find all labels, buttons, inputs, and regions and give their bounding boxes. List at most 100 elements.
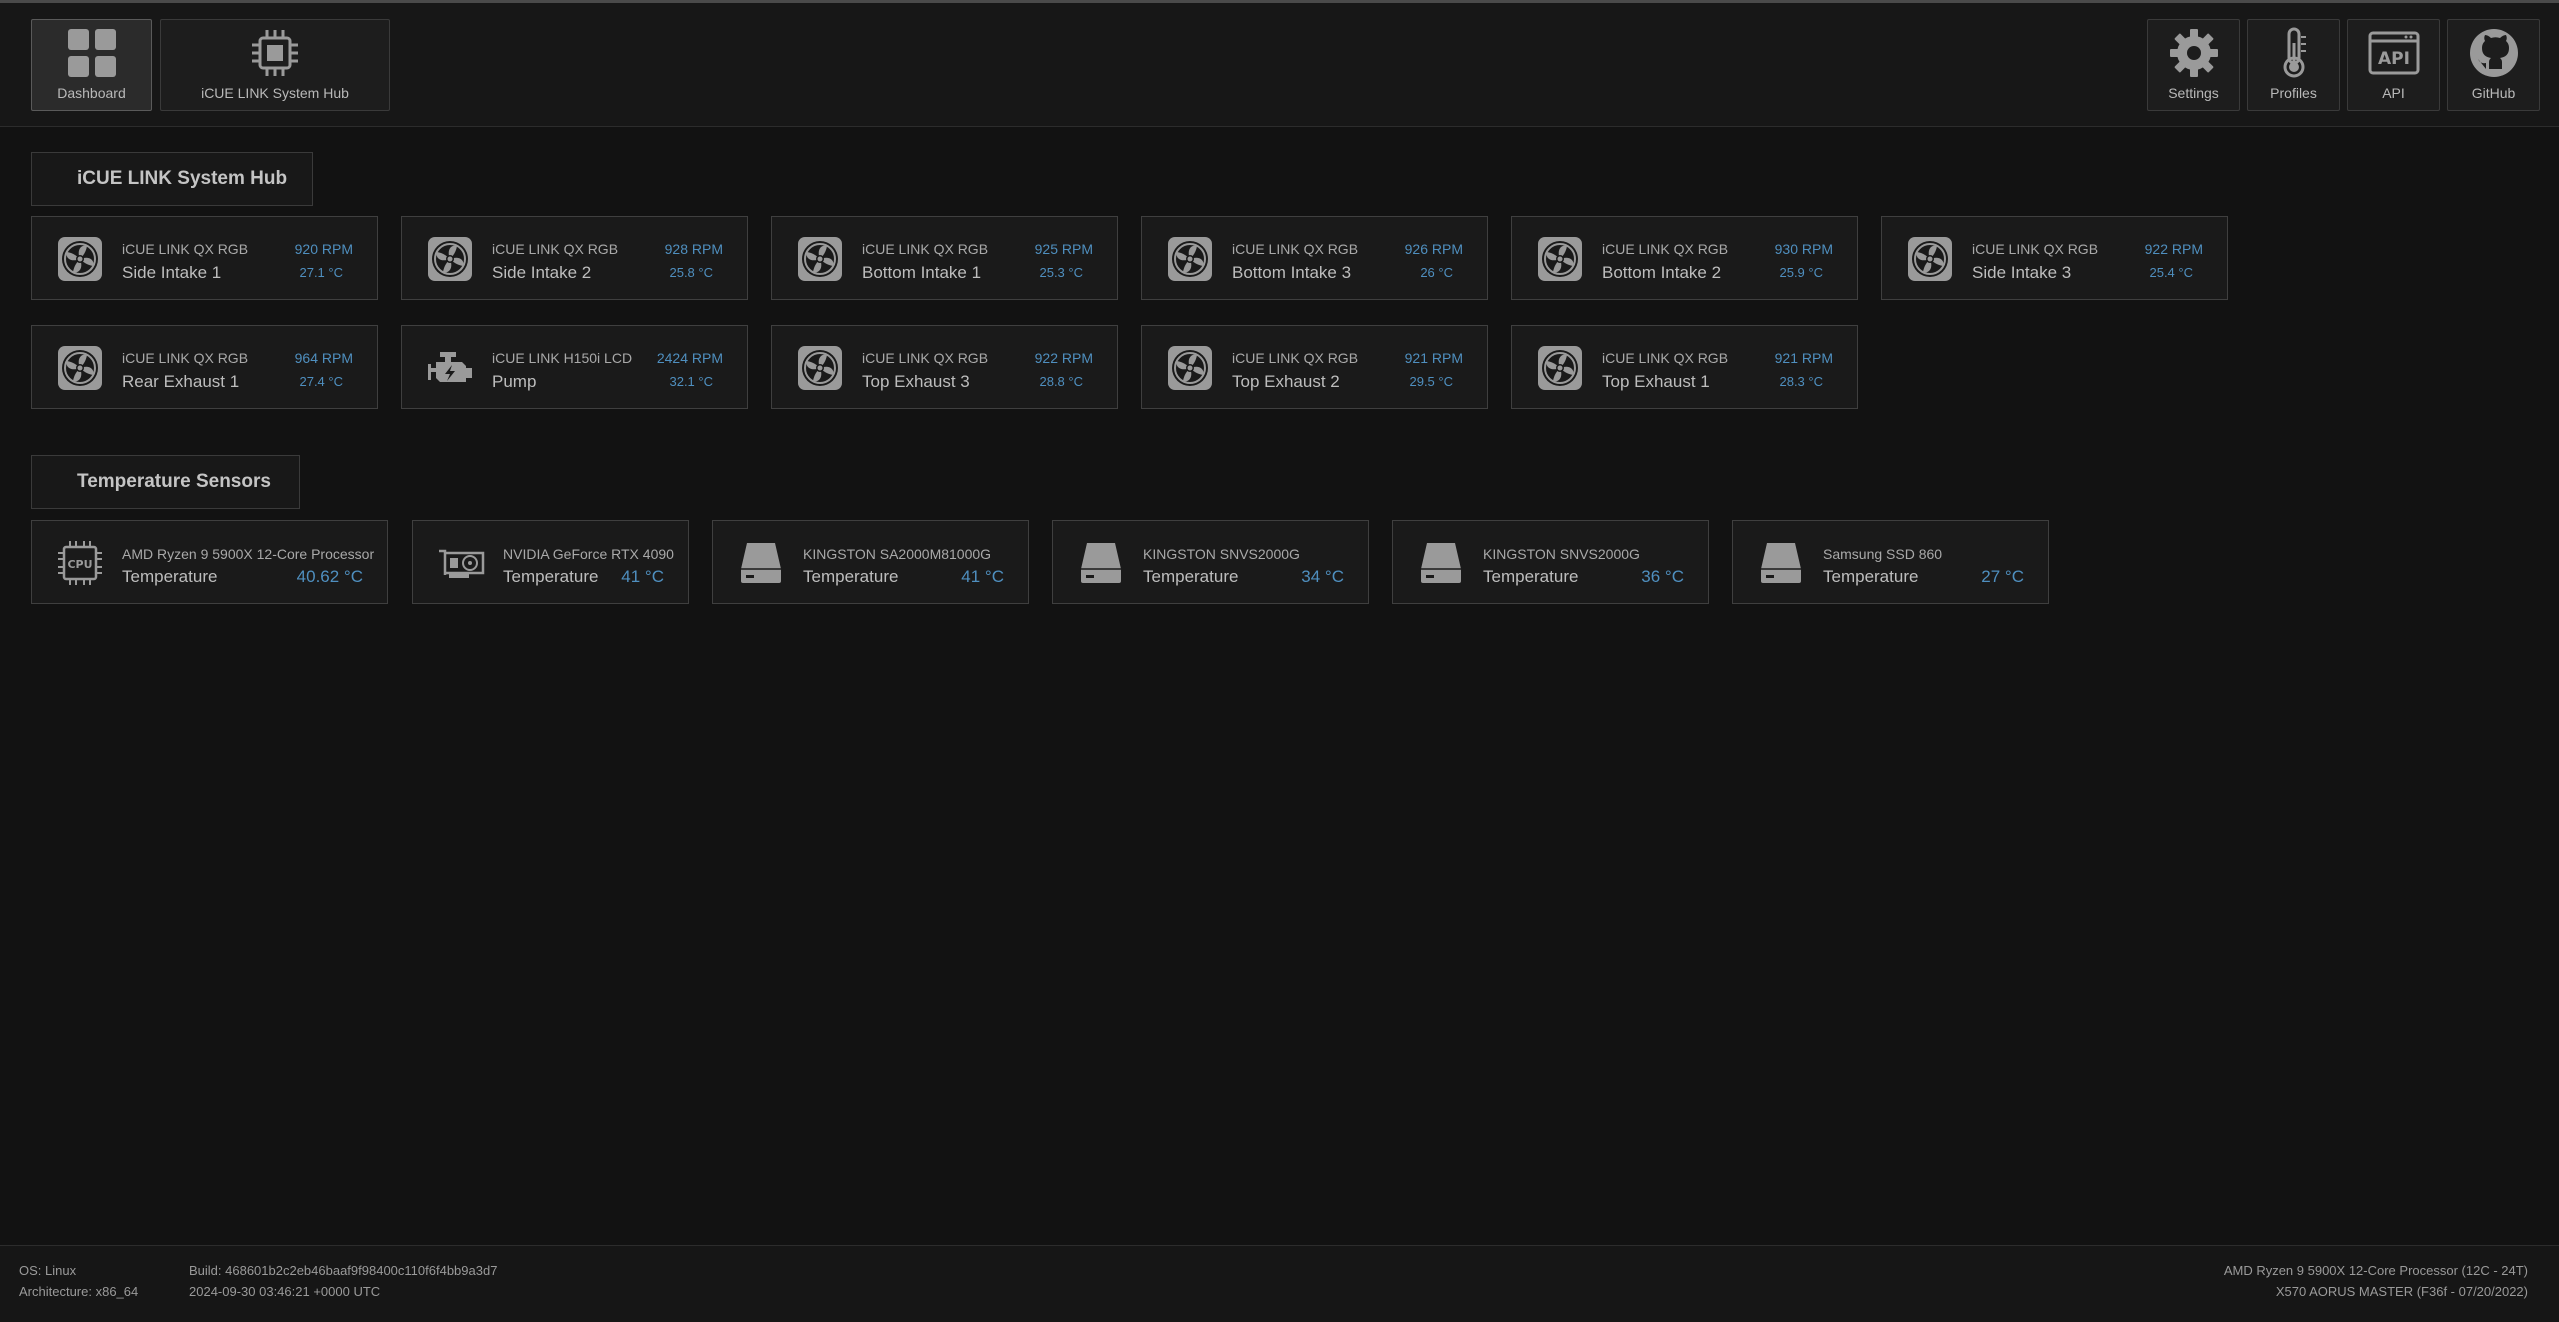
svg-text:CPU: CPU	[67, 558, 92, 571]
gear-icon	[2169, 29, 2218, 77]
device-model: iCUE LINK QX RGB	[1972, 241, 2099, 257]
nav-settings-label: Settings	[2168, 85, 2219, 101]
nav-system-hub-button[interactable]: iCUE LINK System Hub	[160, 19, 390, 111]
device-name: Side Intake 2	[492, 263, 592, 282]
sensor-card[interactable]: KINGSTON SA2000M81000G Temperature 41 °C	[712, 520, 1029, 604]
nav-api-button[interactable]: API API	[2347, 19, 2440, 111]
device-temperature: 28.3 °C	[1779, 374, 1823, 389]
device-temperature: 25.8 °C	[669, 265, 713, 280]
device-name: Pump	[492, 372, 537, 391]
chip-icon	[252, 30, 298, 76]
fan-icon	[798, 237, 842, 281]
nav-profiles-label: Profiles	[2270, 85, 2317, 101]
nav-api-label: API	[2382, 85, 2405, 101]
sensor-label: Temperature	[1483, 567, 1579, 586]
device-temperature: 25.3 °C	[1039, 265, 1083, 280]
cpu-icon: CPU	[58, 541, 102, 585]
device-model: iCUE LINK H150i LCD	[492, 350, 633, 366]
device-model: iCUE LINK QX RGB	[122, 241, 249, 257]
sensor-label: Temperature	[122, 567, 218, 586]
device-card[interactable]: iCUE LINK H150i LCD Pump 2424 RPM 32.1 °C	[401, 325, 748, 409]
device-rpm: 926 RPM	[1404, 241, 1463, 257]
device-name: Top Exhaust 3	[862, 372, 970, 391]
nav-github-button[interactable]: GitHub	[2447, 19, 2540, 111]
device-card[interactable]: iCUE LINK QX RGB Bottom Intake 2 930 RPM 25…	[1511, 216, 1858, 300]
drive-icon	[741, 543, 781, 583]
nav-system-hub-label: iCUE LINK System Hub	[201, 85, 349, 101]
sensor-name: KINGSTON SNVS2000G	[1483, 546, 1640, 562]
device-card[interactable]: iCUE LINK QX RGB Side Intake 2 928 RPM 25.8…	[401, 216, 748, 300]
device-rpm: 925 RPM	[1034, 241, 1093, 257]
device-card[interactable]: iCUE LINK QX RGB Top Exhaust 1 921 RPM 28.3…	[1511, 325, 1858, 409]
device-card[interactable]: iCUE LINK QX RGB Side Intake 1 920 RPM 27.1…	[31, 216, 378, 300]
sensor-card[interactable]: NVIDIA GeForce RTX 4090 Temperature 41 °C	[412, 520, 689, 604]
top-navbar: Dashboard iCUE LINK System Hub Settings …	[0, 3, 2559, 127]
device-temperature: 29.5 °C	[1409, 374, 1453, 389]
fan-icon	[1538, 237, 1582, 281]
gpu-icon	[439, 549, 485, 578]
device-card[interactable]: iCUE LINK QX RGB Bottom Intake 3 926 RPM 26…	[1141, 216, 1488, 300]
sensor-label: Temperature	[1823, 567, 1919, 586]
footer-build-time: 2024-09-30 03:46:21 +0000 UTC	[189, 1284, 381, 1299]
device-temperature: 27.1 °C	[299, 265, 343, 280]
sensor-name: KINGSTON SA2000M81000G	[803, 546, 992, 562]
github-icon	[2469, 29, 2518, 77]
device-temperature: 28.8 °C	[1039, 374, 1083, 389]
thermometer-icon	[2283, 27, 2306, 78]
fan-icon	[58, 346, 102, 390]
sensor-card[interactable]: Samsung SSD 860 Temperature 27 °C	[1732, 520, 2049, 604]
fan-icon	[798, 346, 842, 390]
nav-dashboard-button[interactable]: Dashboard	[31, 19, 152, 111]
sensor-label: Temperature	[803, 567, 899, 586]
device-card[interactable]: iCUE LINK QX RGB Top Exhaust 3 922 RPM 28.8…	[771, 325, 1118, 409]
device-rpm: 921 RPM	[1404, 350, 1463, 366]
device-model: iCUE LINK QX RGB	[862, 241, 989, 257]
device-rpm: 922 RPM	[2144, 241, 2203, 257]
nav-github-label: GitHub	[2471, 85, 2516, 101]
footer-board: X570 AORUS MASTER (F36f - 07/20/2022)	[2275, 1284, 2528, 1299]
device-card[interactable]: iCUE LINK QX RGB Rear Exhaust 1 964 RPM 27.…	[31, 325, 378, 409]
device-name: Bottom Intake 1	[862, 263, 982, 282]
device-temperature: 26 °C	[1420, 265, 1453, 280]
sensor-card[interactable]: KINGSTON SNVS2000G Temperature 36 °C	[1392, 520, 1709, 604]
sensor-value: 41 °C	[961, 567, 1004, 586]
footer-build: Build: 468601b2c2eb46baaf9f98400c110f6f4…	[189, 1263, 498, 1278]
fan-icon	[1168, 237, 1212, 281]
api-icon: API	[2368, 31, 2419, 75]
device-card[interactable]: iCUE LINK QX RGB Bottom Intake 1 925 RPM 25…	[771, 216, 1118, 300]
device-model: iCUE LINK QX RGB	[492, 241, 619, 257]
sensor-name: AMD Ryzen 9 5900X 12-Core Processor	[122, 546, 375, 562]
footer-architecture: Architecture: x86_64	[19, 1284, 139, 1299]
pump-icon	[428, 352, 472, 382]
sensor-value: 41 °C	[621, 567, 664, 586]
device-name: Rear Exhaust 1	[122, 372, 240, 391]
device-model: iCUE LINK QX RGB	[1602, 241, 1729, 257]
dashboard-icon	[67, 29, 116, 77]
device-rpm: 930 RPM	[1774, 241, 1833, 257]
device-name: Top Exhaust 1	[1602, 372, 1710, 391]
sensor-card[interactable]: CPU AMD Ryzen 9 5900X 12-Core Processor Te…	[31, 520, 388, 604]
sensor-value: 40.62 °C	[296, 567, 363, 586]
fan-icon	[1168, 346, 1212, 390]
fan-icon	[1908, 237, 1952, 281]
fan-icon	[428, 237, 472, 281]
device-rpm: 928 RPM	[664, 241, 723, 257]
drive-icon	[1421, 543, 1461, 583]
nav-dashboard-label: Dashboard	[57, 85, 126, 101]
device-rpm: 921 RPM	[1774, 350, 1833, 366]
device-card[interactable]: iCUE LINK QX RGB Top Exhaust 2 921 RPM 29.5…	[1141, 325, 1488, 409]
drive-icon	[1761, 543, 1801, 583]
sensor-name: KINGSTON SNVS2000G	[1143, 546, 1300, 562]
sensor-card[interactable]: KINGSTON SNVS2000G Temperature 34 °C	[1052, 520, 1369, 604]
device-card[interactable]: iCUE LINK QX RGB Side Intake 3 922 RPM 25.4…	[1881, 216, 2228, 300]
sensor-name: Samsung SSD 860	[1823, 546, 1943, 562]
nav-settings-button[interactable]: Settings	[2147, 19, 2240, 111]
device-rpm: 922 RPM	[1034, 350, 1093, 366]
drive-icon	[1081, 543, 1121, 583]
sensor-label: Temperature	[503, 567, 599, 586]
footer-os: OS: Linux	[19, 1263, 77, 1278]
device-model: iCUE LINK QX RGB	[1232, 350, 1359, 366]
nav-profiles-button[interactable]: Profiles	[2247, 19, 2340, 111]
sensor-value: 34 °C	[1301, 567, 1344, 586]
device-temperature: 25.4 °C	[2149, 265, 2193, 280]
